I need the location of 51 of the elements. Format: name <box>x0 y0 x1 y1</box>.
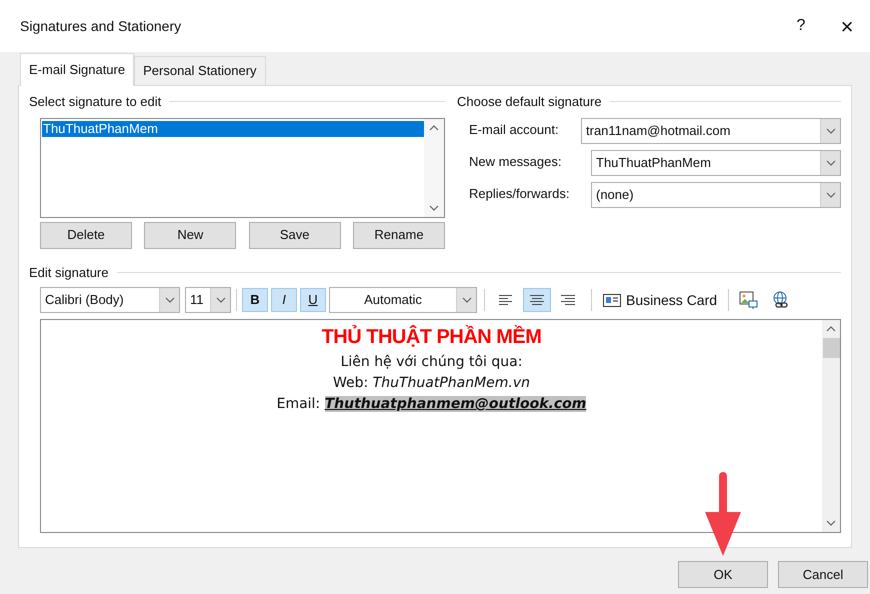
format-button[interactable]: U <box>300 288 326 312</box>
align-center-button[interactable] <box>523 288 551 312</box>
window-title: Signatures and Stationery <box>20 16 182 36</box>
card-icon <box>603 294 621 306</box>
format-button[interactable]: I <box>271 288 297 312</box>
field-label: New messages: <box>469 152 562 171</box>
chevron-down-icon <box>429 204 439 210</box>
chevron-down-icon <box>826 160 836 166</box>
tab[interactable]: Personal Stationery <box>134 56 266 85</box>
tab[interactable]: E-mail Signature <box>20 53 134 86</box>
scrollbar-thumb[interactable] <box>822 338 840 358</box>
signature-text: Web: ThuThuatPhanMem.vn <box>332 374 530 393</box>
size-dropdown[interactable]: 11 <box>185 287 231 313</box>
align-center-icon <box>529 294 545 306</box>
close-button[interactable]: × <box>824 6 870 46</box>
signature-text: Email: Thuthuatphanmem@outlook.com <box>276 395 586 414</box>
dropdown-field[interactable]: (none) <box>591 182 841 208</box>
dialog-button[interactable]: OK <box>678 561 768 588</box>
field-label: Replies/forwards: <box>469 184 570 203</box>
chevron-down-icon <box>826 128 836 134</box>
chevron-down-icon <box>826 520 836 526</box>
picture-insert-icon[interactable] <box>738 290 758 310</box>
field-label: E-mail account: <box>469 120 560 138</box>
arrow-icon <box>703 472 743 558</box>
signature-item[interactable]: ThuThuatPhanMem <box>42 120 424 136</box>
align-left-icon <box>498 294 514 306</box>
chevron-down-icon <box>216 297 226 303</box>
dialog-button[interactable]: Cancel <box>778 561 868 588</box>
help-button[interactable]: ? <box>778 6 824 46</box>
signature-heading: THỦ THUẬT PHẦN MỀM <box>322 324 542 350</box>
business-card-button[interactable]: Business Card <box>601 288 720 312</box>
font-color-dropdown[interactable]: Automatic <box>329 287 477 313</box>
chevron-down-icon <box>164 297 174 303</box>
section-title: Select signature to edit <box>29 93 162 111</box>
chevron-up-icon <box>826 326 836 332</box>
signature-text: Liên hệ với chúng tôi qua: <box>340 353 522 372</box>
align-right-icon <box>560 294 576 306</box>
dropdown-field[interactable]: tran11nam@hotmail.com <box>581 118 841 144</box>
dropdown-field[interactable]: ThuThuatPhanMem <box>591 150 841 176</box>
chevron-down-icon <box>826 192 836 198</box>
action-button[interactable]: Delete <box>40 222 132 248</box>
action-button[interactable]: Rename <box>352 222 445 248</box>
signature-editor[interactable]: THỦ THUẬT PHẦN MỀM Liên hệ với chúng tôi qua: Web: ThuThuatPhanMem.vn Email: Thuthuatphanmem@outlook.com <box>40 319 841 533</box>
section-title: Choose default signature <box>457 93 602 111</box>
font-dropdown[interactable]: Calibri (Body) <box>40 287 180 313</box>
chevron-up-icon <box>429 124 439 130</box>
chevron-down-icon <box>462 297 472 303</box>
format-button[interactable]: B <box>242 288 268 312</box>
section-title: Edit signature <box>29 264 108 282</box>
action-button[interactable]: New <box>144 222 236 248</box>
action-button[interactable]: Save <box>248 222 341 248</box>
